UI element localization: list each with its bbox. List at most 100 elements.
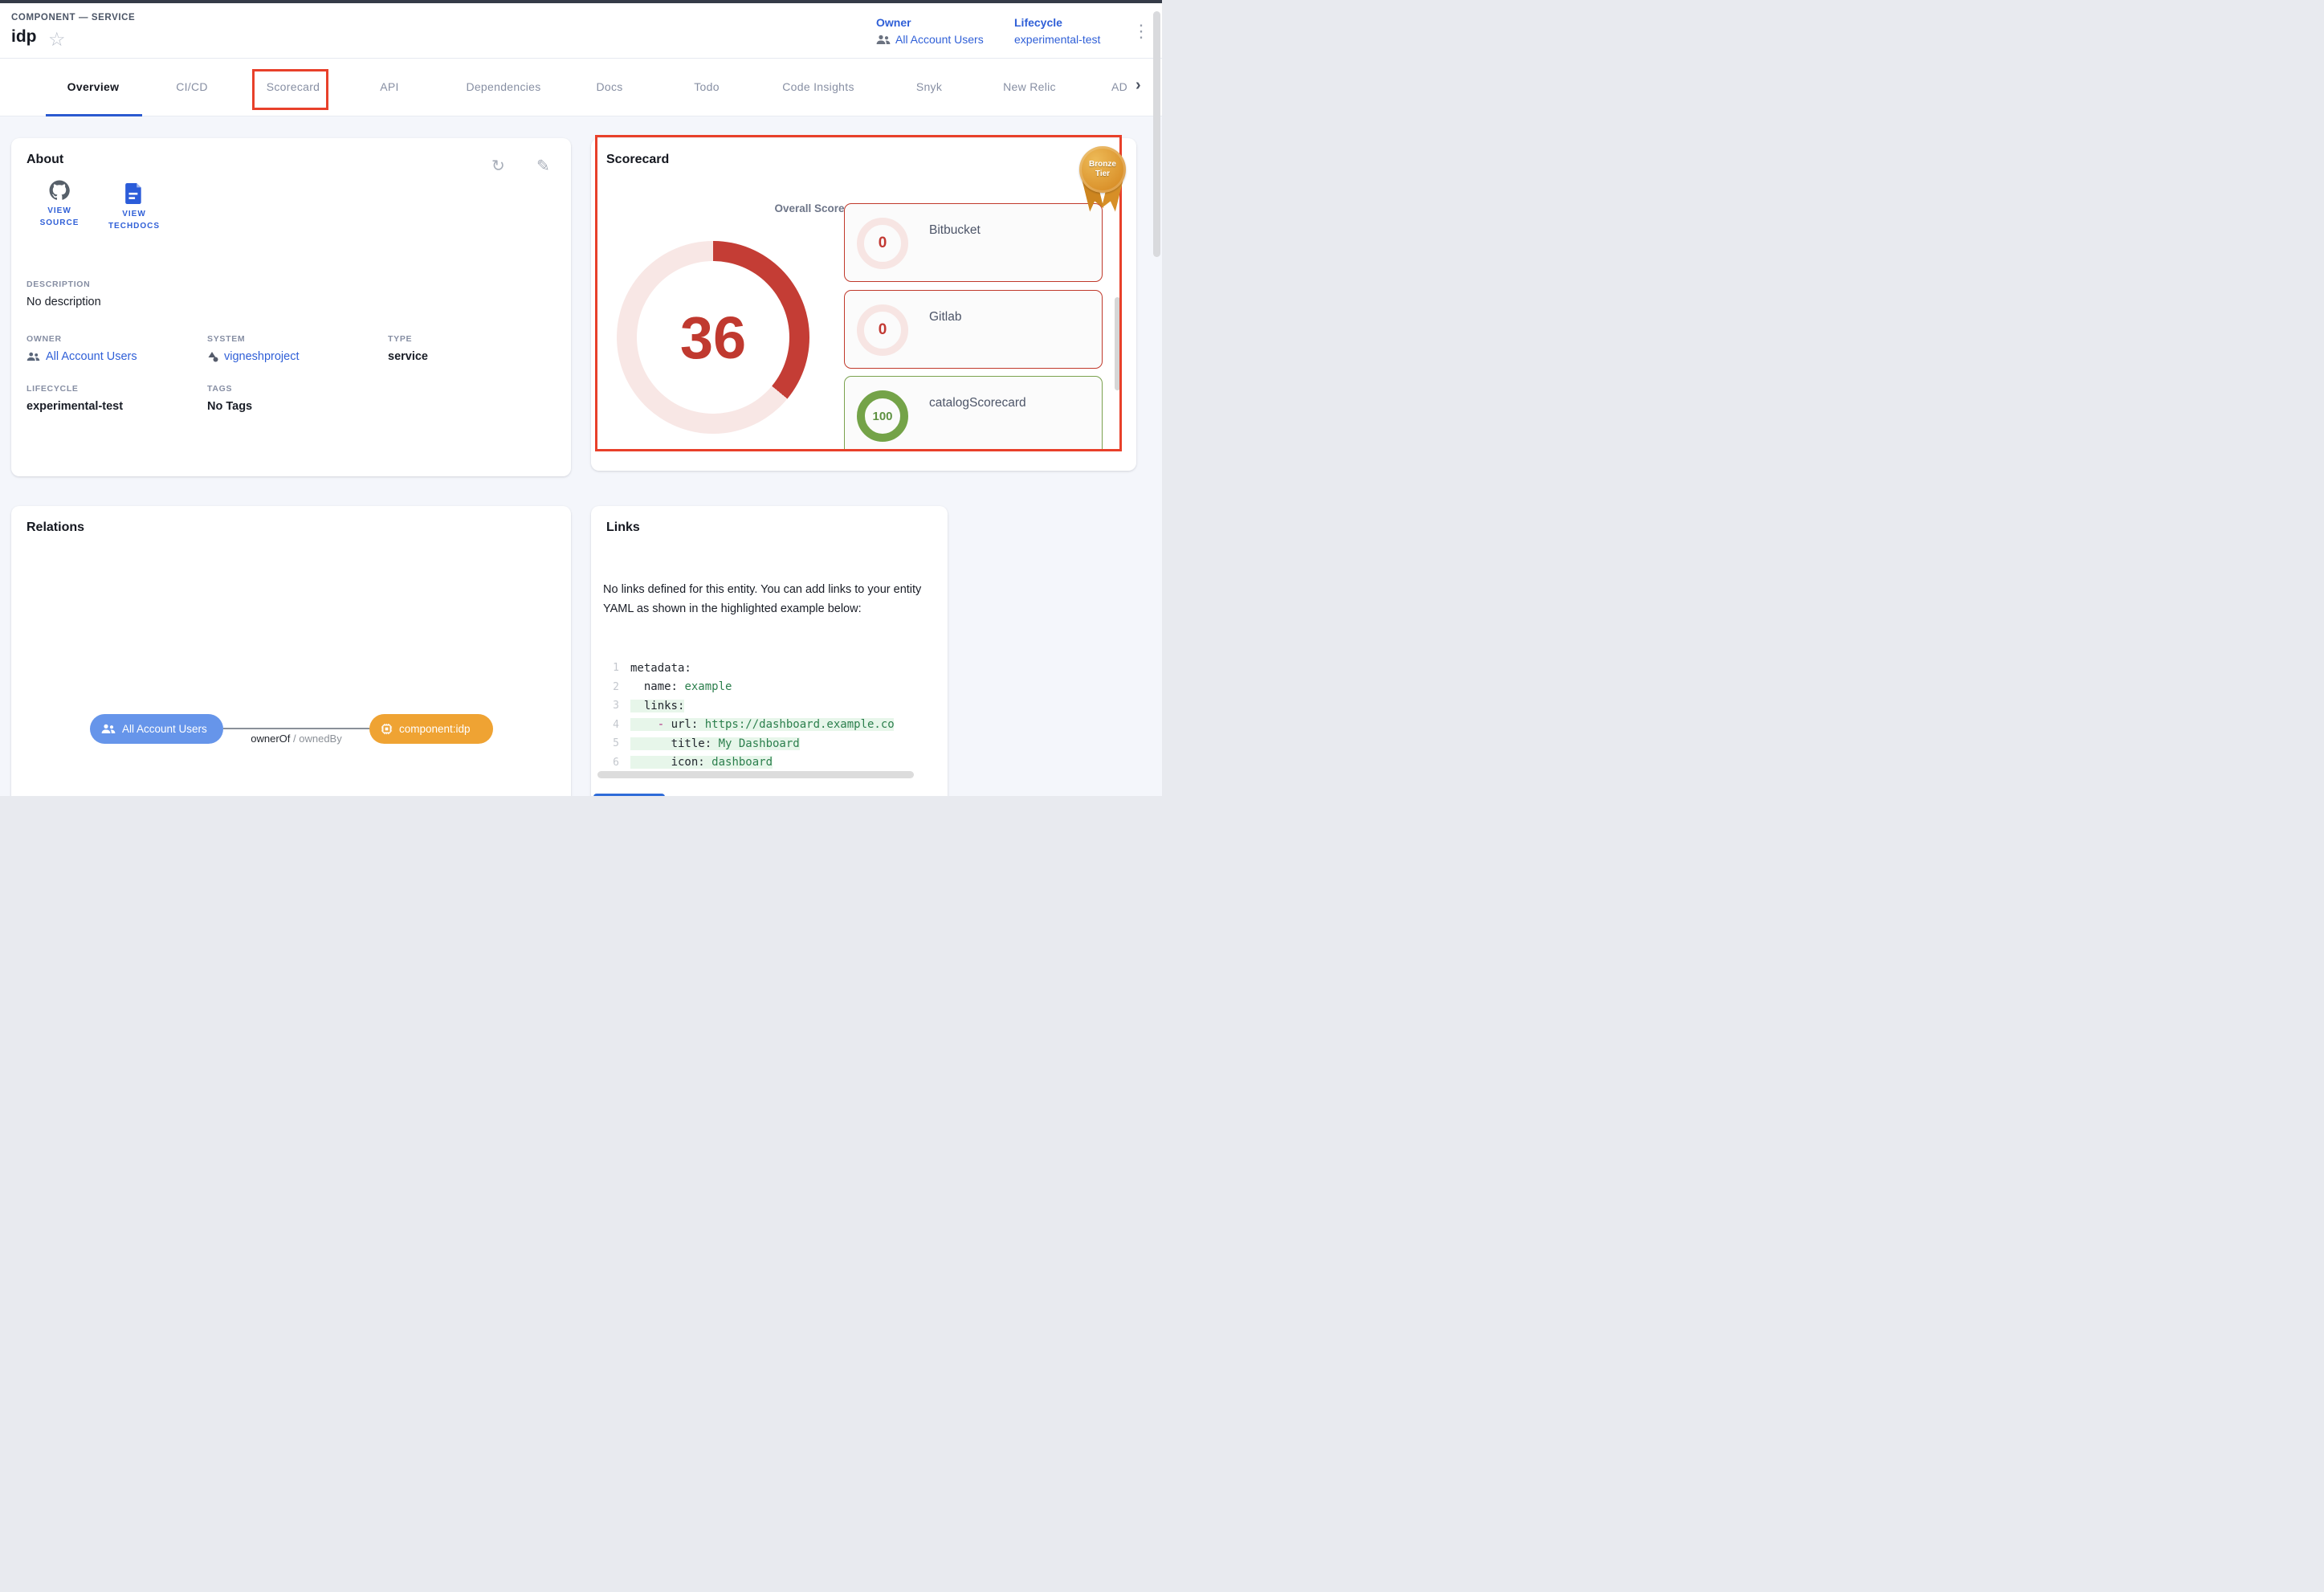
github-icon — [49, 180, 70, 201]
tab-snyk[interactable]: Snyk — [916, 80, 942, 93]
links-empty-text: No links defined for this entity. You ca… — [603, 580, 928, 618]
header-owner: Owner All Account Users — [876, 16, 984, 46]
relation-node-owner[interactable]: All Account Users — [90, 714, 223, 744]
line-number: 5 — [603, 737, 619, 749]
tab-dependencies[interactable]: Dependencies — [466, 80, 540, 93]
code-line-highlighted: 3 links: — [603, 696, 894, 716]
more-options-icon[interactable]: ⋮ — [1132, 22, 1150, 40]
line-number: 6 — [603, 757, 619, 769]
relation-node-component[interactable]: component:idp — [369, 714, 493, 744]
view-source-label-line2: SOURCE — [29, 217, 90, 229]
owner-field-label: OWNER — [27, 334, 137, 344]
scorecard-item-name: catalogScorecard — [929, 396, 1026, 410]
scorecard-item-gitlab[interactable]: 0 Gitlab — [844, 290, 1103, 369]
line-number: 2 — [603, 681, 619, 693]
field-type: TYPE service — [388, 334, 428, 363]
score-ring: 0 — [857, 304, 908, 356]
owner-node-label: All Account Users — [122, 723, 207, 735]
people-icon — [876, 35, 891, 45]
code-horizontal-scrollbar[interactable] — [597, 771, 914, 778]
system-field-link[interactable]: vigneshproject — [207, 350, 300, 363]
code-line-highlighted: 4 - url: https://dashboard.example.com — [603, 716, 894, 735]
techdocs-document-icon — [125, 183, 143, 204]
chip-icon — [381, 723, 393, 735]
view-source-label-line1: VIEW — [29, 205, 90, 217]
edge-label-separator: / — [290, 733, 299, 745]
tags-field-label: TAGS — [207, 384, 252, 394]
relations-title: Relations — [27, 520, 84, 535]
owner-value: All Account Users — [895, 33, 984, 46]
tab-code-insights[interactable]: Code Insights — [782, 80, 854, 93]
tab-scorecard[interactable]: Scorecard — [267, 80, 320, 93]
scorecard-list-scrollbar[interactable] — [1115, 297, 1120, 390]
tab-todo[interactable]: Todo — [694, 80, 720, 93]
line-number: 4 — [603, 719, 619, 731]
tab-overview[interactable]: Overview — [67, 80, 120, 93]
scorecard-item-catalogscorecard[interactable]: 100 catalogScorecard — [844, 376, 1103, 451]
tabs-scroll-right-icon[interactable]: › — [1135, 76, 1141, 95]
tab-new-relic[interactable]: New Relic — [1003, 80, 1056, 93]
line-number: 3 — [603, 700, 619, 712]
view-source-button[interactable]: VIEW SOURCE — [29, 180, 90, 229]
page-header: COMPONENT — SERVICE idp ☆ Owner All Acco… — [0, 3, 1162, 59]
entity-page: COMPONENT — SERVICE idp ☆ Owner All Acco… — [0, 0, 1162, 796]
tab-cicd[interactable]: CI/CD — [176, 80, 208, 93]
code-line-highlighted: 5 title: My Dashboard — [603, 734, 894, 753]
edge-label-ownedby: ownedBy — [299, 733, 341, 745]
description-label: DESCRIPTION — [27, 280, 101, 289]
lifecycle-label: Lifecycle — [1014, 16, 1100, 29]
badge-text-line2: Tier — [1095, 169, 1110, 179]
code-line: 2 name: example — [603, 678, 894, 697]
tab-bar: Overview CI/CD Scorecard API Dependencie… — [0, 59, 1162, 116]
relation-edge — [223, 728, 369, 729]
score-ring: 100 — [857, 390, 908, 442]
favorite-star-icon[interactable]: ☆ — [48, 28, 66, 51]
owner-field-link[interactable]: All Account Users — [27, 350, 137, 363]
field-description: DESCRIPTION No description — [27, 280, 101, 308]
header-lifecycle: Lifecycle experimental-test — [1014, 16, 1100, 46]
system-icon — [207, 351, 218, 362]
component-node-label: component:idp — [399, 723, 471, 735]
line-number: 1 — [603, 662, 619, 674]
relations-card: Relations ownerOf / ownedBy All Account … — [11, 506, 571, 796]
tab-docs[interactable]: Docs — [596, 80, 622, 93]
yaml-code-block: 1 metadata: 2 name: example 3 links: 4 -… — [603, 659, 894, 772]
view-techdocs-label-line1: VIEW — [98, 208, 170, 220]
code-line: 1 metadata: — [603, 659, 894, 678]
refresh-icon[interactable]: ↻ — [491, 156, 505, 176]
scorecard-item-name: Bitbucket — [929, 223, 981, 238]
scorecard-item-bitbucket[interactable]: 0 Bitbucket — [844, 203, 1103, 282]
relation-edge-label: ownerOf / ownedBy — [223, 733, 369, 745]
page-title: idp — [11, 27, 37, 47]
page-vertical-scrollbar[interactable] — [1153, 11, 1160, 257]
bronze-tier-badge: Bronze Tier — [1074, 146, 1132, 214]
view-techdocs-label-line2: TECHDOCS — [98, 220, 170, 232]
tab-overflow-clipped[interactable]: AD — [1111, 80, 1127, 93]
links-card: Links No links defined for this entity. … — [591, 506, 948, 796]
links-title: Links — [606, 520, 640, 535]
about-card: About ↻ ✎ VIEW SOURCE VIEW TECHDOCS DESC… — [11, 138, 571, 476]
tags-field-value: No Tags — [207, 400, 252, 413]
system-field-label: SYSTEM — [207, 334, 300, 344]
type-field-value: service — [388, 350, 428, 363]
edge-label-ownerof: ownerOf — [251, 733, 290, 745]
score-ring: 0 — [857, 218, 908, 269]
lifecycle-value: experimental-test — [1014, 33, 1100, 46]
edit-pencil-icon[interactable]: ✎ — [536, 156, 550, 176]
scorecard-card: Scorecard Overall Score 36 0 Bitbucket 0… — [591, 138, 1136, 471]
tab-api[interactable]: API — [380, 80, 398, 93]
owner-label: Owner — [876, 16, 984, 29]
lifecycle-field-value: experimental-test — [27, 400, 123, 413]
owner-link[interactable]: All Account Users — [876, 33, 984, 46]
links-action-button[interactable] — [593, 794, 665, 796]
field-tags: TAGS No Tags — [207, 384, 252, 413]
overall-score-value: 36 — [617, 241, 809, 434]
scorecard-items-list: 0 Bitbucket 0 Gitlab 100 catalogScorecar… — [844, 203, 1103, 451]
scorecard-item-name: Gitlab — [929, 310, 962, 325]
active-tab-indicator — [46, 114, 142, 116]
code-line-highlighted: 6 icon: dashboard — [603, 753, 894, 773]
description-value: No description — [27, 296, 101, 308]
people-icon — [101, 724, 116, 734]
view-techdocs-button[interactable]: VIEW TECHDOCS — [98, 183, 170, 232]
field-lifecycle: LIFECYCLE experimental-test — [27, 384, 123, 413]
